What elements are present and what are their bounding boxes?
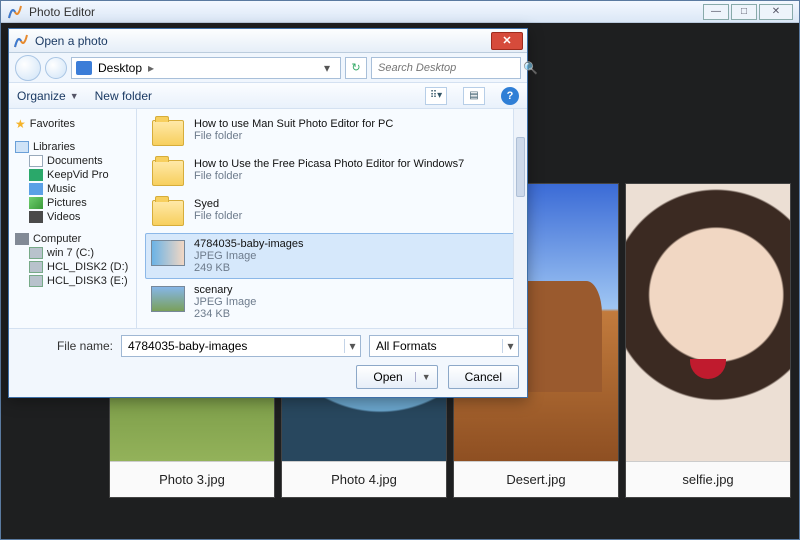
dialog-close-button[interactable]: ✕ xyxy=(491,32,523,50)
videos-icon xyxy=(29,211,43,223)
pictures-icon xyxy=(29,197,43,209)
tree-drive-d[interactable]: HCL_DISK2 (D:) xyxy=(29,261,134,273)
dialog-title: Open a photo xyxy=(35,34,108,48)
desktop-icon xyxy=(76,61,92,75)
scrollbar-thumb[interactable] xyxy=(516,137,525,197)
tree-drive-c[interactable]: win 7 (C:) xyxy=(29,247,134,259)
folder-icon xyxy=(152,160,184,186)
tree-favorites[interactable]: ★Favorites xyxy=(15,117,134,131)
tree-item-pictures[interactable]: Pictures xyxy=(29,197,134,209)
dialog-logo-icon xyxy=(13,33,29,49)
help-button[interactable]: ? xyxy=(501,87,519,105)
keepvid-icon xyxy=(29,169,43,181)
thumb-caption: Photo 3.jpg xyxy=(110,461,274,497)
list-item[interactable]: How to use Man Suit Photo Editor for PCF… xyxy=(145,113,521,153)
breadcrumb-location: Desktop xyxy=(98,61,142,75)
dialog-toolbar: Organize▼ New folder ⠿▾ ▤ ? xyxy=(9,83,527,109)
app-close-button[interactable]: ✕ xyxy=(759,4,793,20)
organize-menu[interactable]: Organize▼ xyxy=(17,89,79,103)
search-box[interactable]: 🔍 xyxy=(371,57,521,79)
app-titlebar[interactable]: Photo Editor — □ ✕ xyxy=(1,1,799,23)
dialog-titlebar[interactable]: Open a photo ✕ xyxy=(9,29,527,53)
tree-item-keepvid[interactable]: KeepVid Pro xyxy=(29,169,134,181)
filename-combo[interactable]: 4784035-baby-images ▾ xyxy=(121,335,361,357)
list-item[interactable]: How to Use the Free Picasa Photo Editor … xyxy=(145,153,521,193)
breadcrumb-dropdown[interactable]: ▾ xyxy=(318,61,336,75)
tree-item-music[interactable]: Music xyxy=(29,183,134,195)
nav-back-button[interactable] xyxy=(15,55,41,81)
thumb-image xyxy=(626,184,790,461)
new-folder-button[interactable]: New folder xyxy=(95,89,152,103)
drive-icon xyxy=(29,261,43,273)
nav-forward-button[interactable] xyxy=(45,57,67,79)
thumb-caption: Photo 4.jpg xyxy=(282,461,446,497)
list-item[interactable]: scenaryJPEG Image234 KB xyxy=(145,279,521,325)
computer-icon xyxy=(15,233,29,245)
filename-value: 4784035-baby-images xyxy=(122,339,344,353)
file-list: How to use Man Suit Photo Editor for PCF… xyxy=(137,109,527,328)
refresh-button[interactable]: ↻ xyxy=(345,57,367,79)
dialog-footer: File name: 4784035-baby-images ▾ All For… xyxy=(9,328,527,397)
app-logo-icon xyxy=(7,4,23,20)
tree-item-videos[interactable]: Videos xyxy=(29,211,134,223)
documents-icon xyxy=(29,155,43,167)
thumb-caption: Desert.jpg xyxy=(454,461,618,497)
tree-computer[interactable]: Computer xyxy=(15,233,134,245)
list-item[interactable]: SyedFile folder xyxy=(145,193,521,233)
drive-icon xyxy=(29,247,43,259)
tree-item-documents[interactable]: Documents xyxy=(29,155,134,167)
cancel-button[interactable]: Cancel xyxy=(448,365,519,389)
chevron-right-icon: ▸ xyxy=(148,61,154,75)
format-combo[interactable]: All Formats ▾ xyxy=(369,335,519,357)
chevron-down-icon[interactable]: ▾ xyxy=(502,339,518,353)
gallery-thumb[interactable]: selfie.jpg xyxy=(625,183,791,498)
star-icon: ★ xyxy=(15,117,26,131)
jpeg-icon xyxy=(151,286,185,312)
filename-label: File name: xyxy=(17,339,113,353)
music-icon xyxy=(29,183,43,195)
breadcrumb[interactable]: Desktop ▸ ▾ xyxy=(71,57,341,79)
chevron-down-icon[interactable]: ▾ xyxy=(344,339,360,353)
app-title: Photo Editor xyxy=(29,5,95,19)
view-mode-button[interactable]: ⠿▾ xyxy=(425,87,447,105)
thumb-caption: selfie.jpg xyxy=(626,461,790,497)
scrollbar[interactable] xyxy=(513,109,527,328)
open-split-dropdown[interactable]: ▼ xyxy=(415,372,431,382)
libraries-icon xyxy=(15,141,29,153)
tree-drive-e[interactable]: HCL_DISK3 (E:) xyxy=(29,275,134,287)
drive-icon xyxy=(29,275,43,287)
open-button[interactable]: Open▼ xyxy=(356,365,437,389)
jpeg-icon xyxy=(151,240,185,266)
format-value: All Formats xyxy=(370,339,502,353)
minimize-button[interactable]: — xyxy=(703,4,729,20)
preview-pane-button[interactable]: ▤ xyxy=(463,87,485,105)
file-open-dialog: Open a photo ✕ Desktop ▸ ▾ ↻ 🔍 Organize▼… xyxy=(8,28,528,398)
search-input[interactable] xyxy=(376,61,523,75)
tree-libraries[interactable]: Libraries xyxy=(15,141,134,153)
list-item-selected[interactable]: 4784035-baby-imagesJPEG Image249 KB xyxy=(145,233,521,279)
folder-icon xyxy=(152,200,184,226)
nav-tree: ★Favorites Libraries Documents KeepVid P… xyxy=(9,109,137,328)
maximize-button[interactable]: □ xyxy=(731,4,757,20)
dialog-nav-row: Desktop ▸ ▾ ↻ 🔍 xyxy=(9,53,527,83)
folder-icon xyxy=(152,120,184,146)
list-item[interactable]: selfie xyxy=(145,325,521,328)
search-icon: 🔍 xyxy=(523,61,538,75)
